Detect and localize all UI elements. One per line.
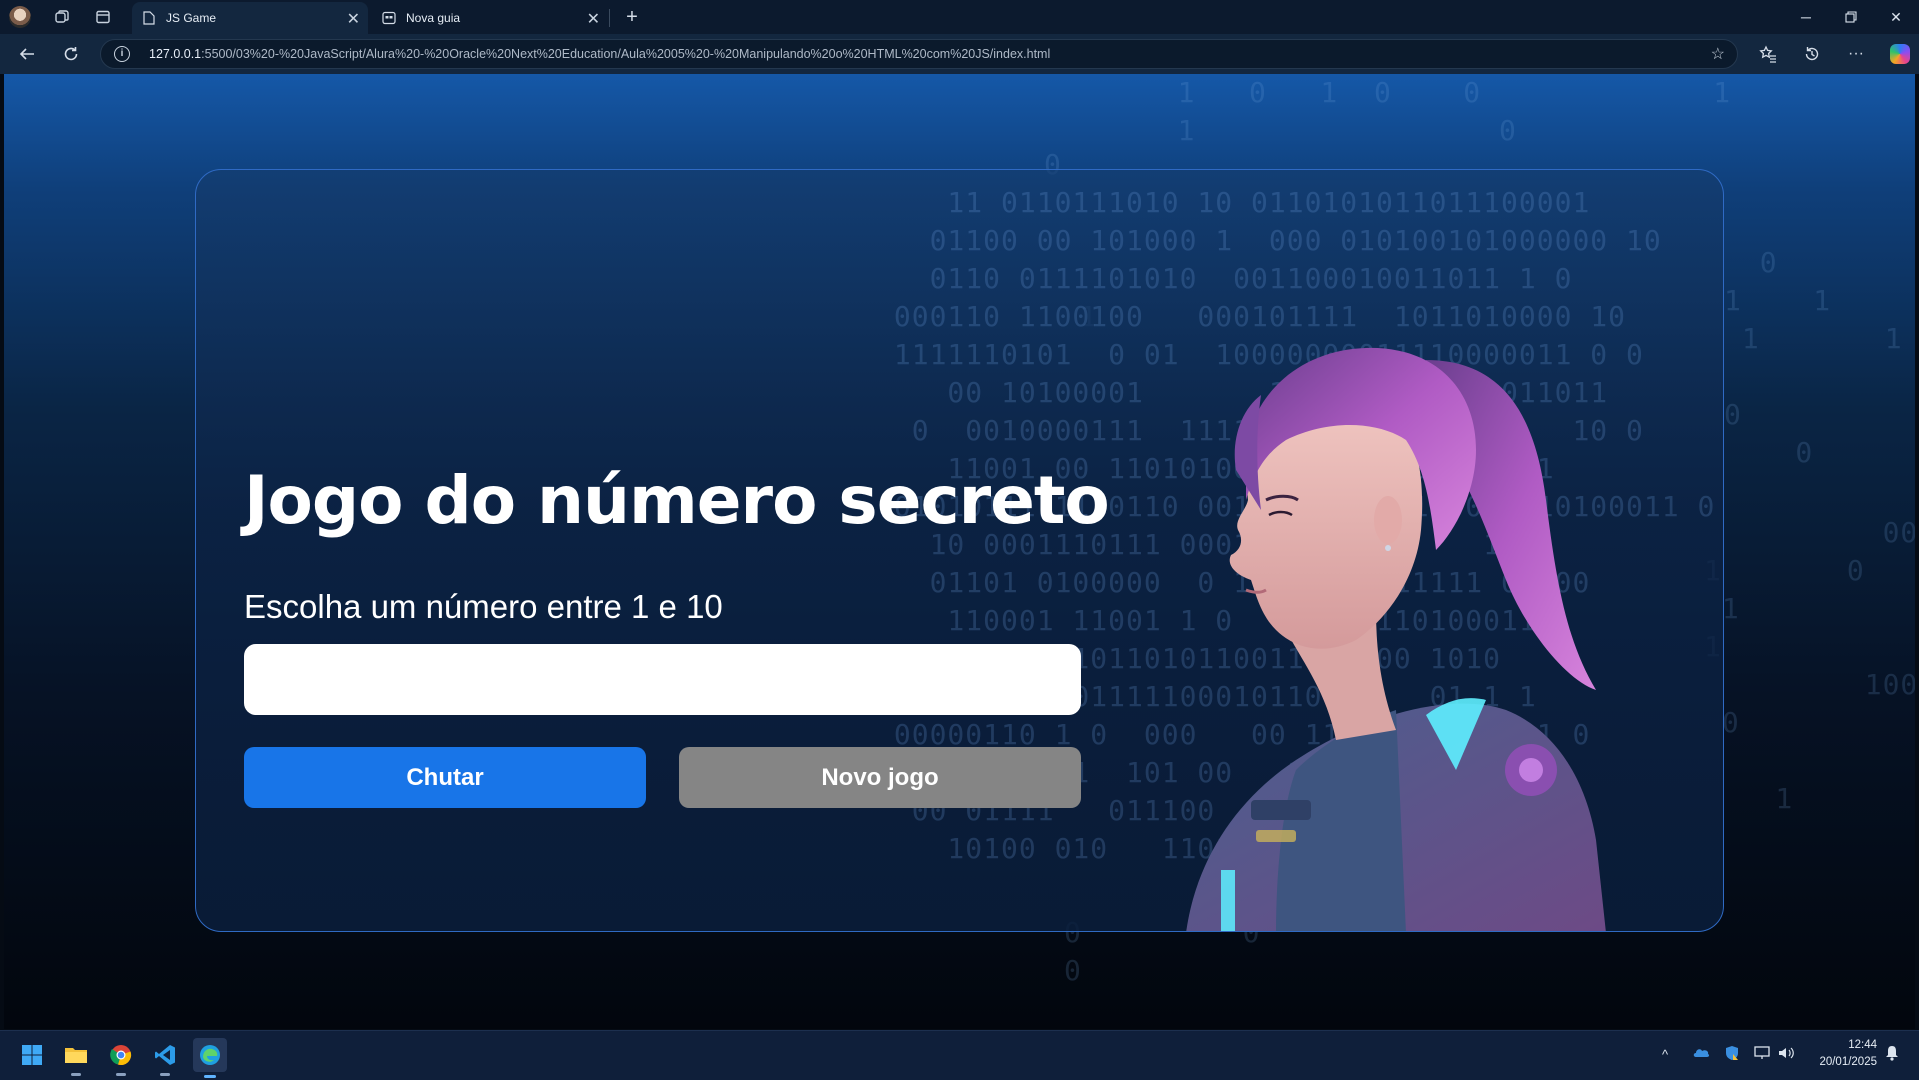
close-tab-icon[interactable]: ✕ [587, 9, 600, 29]
history-icon[interactable] [1798, 41, 1826, 67]
tab-nova-guia[interactable]: Nova guia ✕ [372, 2, 608, 34]
running-indicator [71, 1073, 81, 1076]
browser-tab-bar: JS Game ✕ Nova guia ✕ + ─ ✕ [0, 0, 1919, 34]
binary-background: 00 1 0 1 1 100 0 1 [1704, 516, 1915, 815]
tab-separator [609, 9, 610, 27]
system-clock[interactable]: 12:44 20/01/2025 [1819, 1037, 1877, 1071]
notification-bell-icon[interactable] [1885, 1045, 1899, 1064]
vscode-icon[interactable] [150, 1040, 180, 1076]
close-window-button[interactable]: ✕ [1876, 4, 1916, 30]
site-info-icon[interactable]: i [114, 46, 130, 62]
address-url[interactable]: 127.0.0.1:5500/03%20-%20JavaScript/Alura… [149, 47, 1050, 61]
close-tab-icon[interactable]: ✕ [347, 9, 360, 29]
page-title: Jogo do número secreto [244, 462, 1110, 539]
security-shield-icon[interactable] [1724, 1045, 1740, 1064]
restore-button[interactable] [1831, 4, 1871, 30]
chrome-icon[interactable] [106, 1040, 136, 1076]
binary-background: 1 0 1 0 0 1 0 [1177, 76, 1517, 147]
astronaut-girl-illustration [1186, 347, 1606, 931]
game-prompt: Escolha um número entre 1 e 10 [244, 588, 723, 625]
chevron-up-icon[interactable]: ^ [1662, 1047, 1668, 1062]
tab-title: Nova guia [406, 11, 461, 25]
reload-icon[interactable] [57, 41, 85, 67]
back-arrow-icon[interactable] [13, 41, 41, 67]
clock-time: 12:44 [1848, 1039, 1877, 1051]
tab-js-game[interactable]: JS Game ✕ [132, 2, 368, 34]
start-windows-icon[interactable] [17, 1040, 47, 1070]
network-icon[interactable] [1754, 1046, 1770, 1063]
favorites-icon[interactable] [1754, 41, 1782, 67]
guess-button[interactable]: Chutar [244, 747, 646, 808]
minimize-button[interactable]: ─ [1786, 4, 1826, 30]
browser-toolbar: i 127.0.0.1:5500/03%20-%20JavaScript/Alu… [0, 34, 1919, 74]
tab-actions-icon[interactable] [90, 5, 116, 29]
copilot-icon[interactable] [1890, 44, 1910, 64]
running-indicator [204, 1075, 216, 1078]
guess-input[interactable] [244, 644, 1081, 715]
tab-title: JS Game [166, 11, 217, 25]
running-indicator [160, 1073, 170, 1076]
taskbar: ^ 12:44 20/01/2025 [0, 1030, 1919, 1080]
edge-icon[interactable] [193, 1038, 227, 1078]
binary-background: 0 1 1 1 1 0 0 [1724, 246, 1903, 469]
game-card: 11 0110111010 10 0110101011011100001 011… [195, 169, 1724, 932]
volume-icon[interactable] [1778, 1046, 1794, 1063]
profile-avatar[interactable] [9, 6, 31, 28]
binary-background: 1 [1624, 76, 1732, 109]
new-tab-button[interactable]: + [618, 3, 646, 31]
clock-date: 20/01/2025 [1819, 1056, 1877, 1068]
onedrive-cloud-icon[interactable] [1692, 1046, 1710, 1061]
favorite-star-icon[interactable]: ☆ [1711, 44, 1725, 64]
workspaces-icon[interactable] [49, 5, 75, 29]
new-tab-page-icon [382, 11, 396, 25]
running-indicator [116, 1073, 126, 1076]
address-bar[interactable]: i 127.0.0.1:5500/03%20-%20JavaScript/Alu… [100, 39, 1738, 69]
new-game-button[interactable]: Novo jogo [679, 747, 1081, 808]
file-explorer-icon[interactable] [61, 1040, 91, 1076]
page-icon [142, 11, 156, 25]
more-options-icon[interactable]: ··· [1842, 41, 1870, 67]
page-viewport: 1 0 1 0 0 1 0 1 0 1 1 1 1 0 0 0 1 00 1 0… [4, 74, 1915, 1029]
